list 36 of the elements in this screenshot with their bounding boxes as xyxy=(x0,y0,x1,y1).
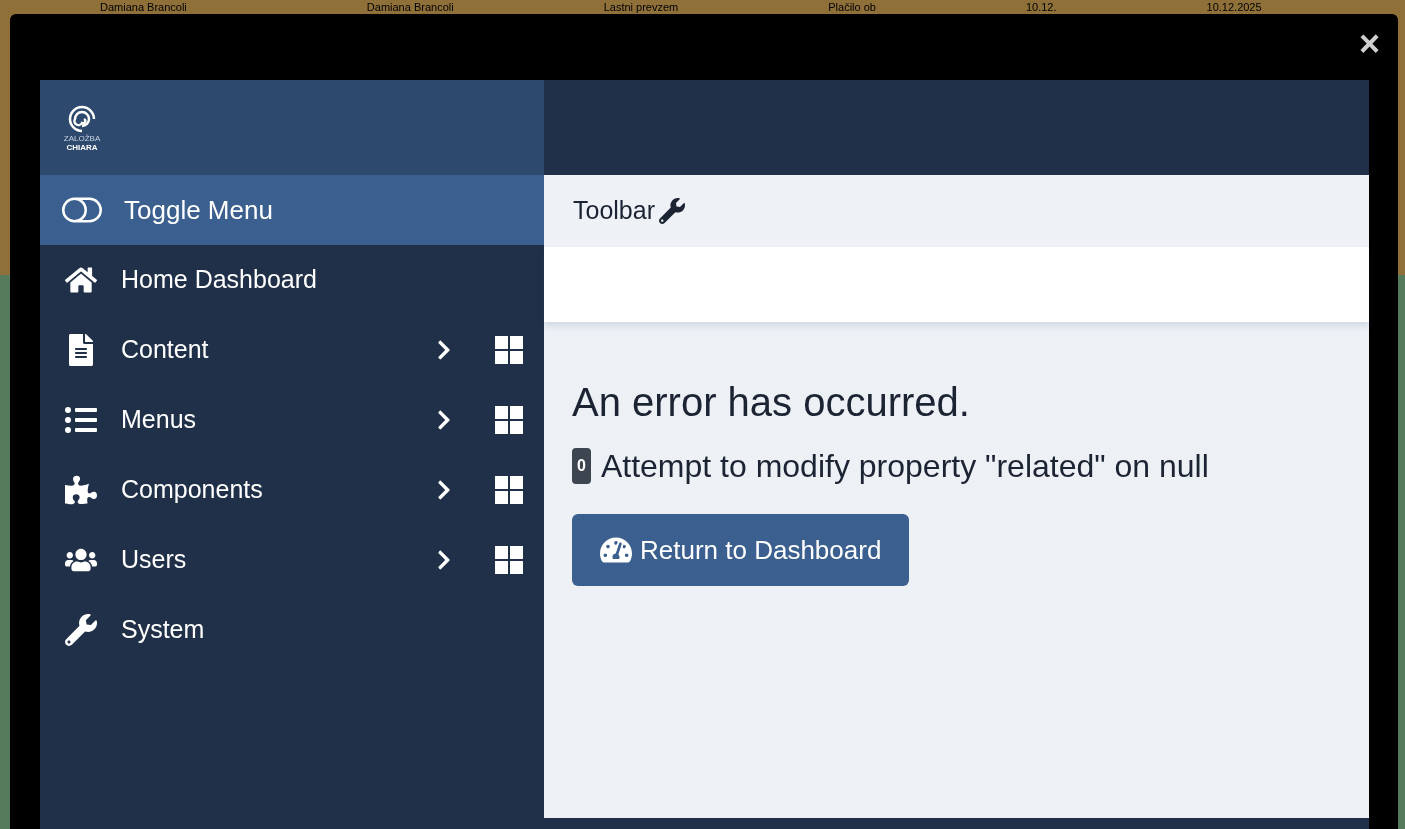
table-cell: Damiana Brancoli xyxy=(366,0,454,14)
menu-item-label: Users xyxy=(121,544,188,576)
menu-item-label: Content xyxy=(121,334,210,366)
grid-icon[interactable] xyxy=(495,336,523,364)
menu-item-label: System xyxy=(121,614,206,646)
return-to-dashboard-button[interactable]: Return to Dashboard xyxy=(572,514,910,586)
grid-icon[interactable] xyxy=(495,546,523,574)
close-button[interactable]: × xyxy=(1358,26,1380,62)
menu-item[interactable]: Components xyxy=(40,455,544,525)
menu-item[interactable]: Home Dashboard xyxy=(40,245,544,315)
menu-item-label: Home Dashboard xyxy=(121,264,318,296)
menu-item[interactable]: System xyxy=(40,595,544,665)
table-cell: Damiana Brancoli xyxy=(100,0,187,14)
grid-icon[interactable] xyxy=(495,476,523,504)
puzzle-icon xyxy=(65,474,97,506)
table-cell: 10.12. xyxy=(1025,0,1057,14)
table-cell: Lastni prevzem xyxy=(603,0,679,14)
wrench-icon xyxy=(65,614,97,646)
menu-item[interactable]: Content xyxy=(40,315,544,385)
logo-text: CHIARA xyxy=(66,142,98,152)
spiral-logo-icon xyxy=(67,103,97,134)
error-message: Attempt to modify property "related" on null xyxy=(600,447,1209,486)
list-icon xyxy=(65,404,97,436)
menu-item[interactable]: Menus xyxy=(40,385,544,455)
wrench-icon xyxy=(659,198,685,224)
menu-item[interactable]: Users xyxy=(40,525,544,595)
logo-text: ZALOŽBA xyxy=(63,133,101,143)
error-heading: An error has occurred. xyxy=(572,379,970,426)
table-cell: 10.12.2025 xyxy=(1206,0,1262,14)
error-code-badge: 0 xyxy=(572,448,591,484)
grid-icon[interactable] xyxy=(495,406,523,434)
toggle-menu-button[interactable]: Toggle Menu xyxy=(40,175,544,245)
table-cell: Plačilo ob xyxy=(828,0,876,14)
toolbar-label: Toolbar xyxy=(573,195,655,227)
menu-item-label: Menus xyxy=(121,404,198,436)
menu-item-label: Components xyxy=(121,474,264,506)
